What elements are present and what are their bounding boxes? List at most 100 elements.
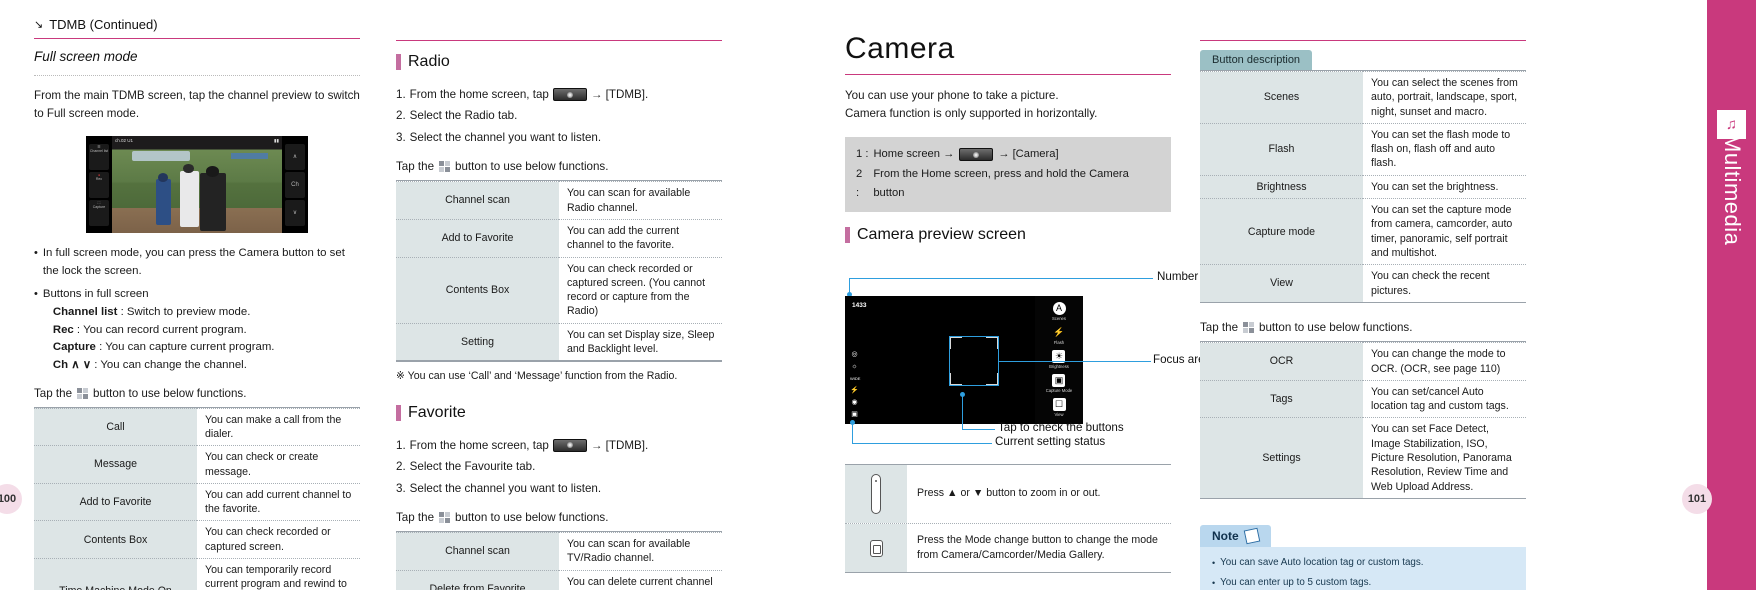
row-label: View	[1200, 264, 1363, 302]
row-label: Contents Box	[396, 257, 559, 324]
figure-button-ch[interactable]: Ch	[285, 171, 305, 198]
location-icon: ◎	[851, 350, 858, 358]
camera-button-scenes[interactable]: A Scenes	[1052, 302, 1066, 321]
step-num: 2.	[396, 109, 406, 123]
tap-line-favorite-pre: Tap the	[396, 510, 435, 524]
step-num: 3.	[396, 481, 406, 495]
bullet-buttons-title: Buttons in full screen	[42, 288, 149, 301]
sub-desc-channel-list: Switch to preview mode.	[126, 305, 251, 318]
volume-key-icon	[871, 473, 881, 514]
figure-button-ch-down[interactable]: ∨	[285, 199, 305, 226]
camera-keys-table: Press ▲ or ▼ button to zoom in or out. P…	[845, 463, 1171, 574]
full-screen-bullets: • In full screen mode, you can press the…	[34, 245, 360, 375]
favorite-functions-table: Channel scan You can scan for available …	[396, 530, 722, 590]
table-row: Brightness You can set the brightness.	[1200, 175, 1526, 200]
callout-label: Tap to check the buttons	[998, 420, 1124, 434]
camera-functions-table: OCR You can change the mode to OCR. (OCR…	[1200, 341, 1526, 498]
step-num: 3.	[396, 130, 406, 144]
row-desc: Press ▲ or ▼ button to zoom in or out.	[917, 487, 1101, 500]
row-label: Channel scan	[396, 181, 559, 220]
button-description-table: Scenes You can select the scenes from au…	[1200, 70, 1526, 302]
figure-button-ch-up[interactable]: ∧	[285, 143, 305, 170]
radio-footnote: ※ You can use ‘Call’ and ‘Message’ funct…	[396, 369, 678, 382]
table-bottom-rule	[396, 360, 722, 362]
section-bar-icon	[396, 54, 401, 70]
bullet-sub-ch: Ch ∧ ∨ : You can change the channel.	[52, 358, 247, 371]
camera-button-brightness[interactable]: ☀ Brightness	[1049, 350, 1069, 369]
figure-button-rec[interactable]: ● Rec	[89, 171, 109, 198]
grid-menu-icon[interactable]	[439, 161, 451, 173]
camera-title-rule	[845, 74, 1171, 75]
step-text-pre: From the home screen, tap	[409, 88, 549, 101]
menu-key-icon[interactable]	[959, 148, 994, 162]
bullet-sub-capture: Capture : You can capture current progra…	[52, 341, 275, 354]
column-tdmb-continued: ↘ TDMB (Continued) Full screen mode From…	[34, 0, 360, 590]
step-text: Select the channel you want to listen.	[409, 481, 602, 495]
page-title: Camera	[845, 32, 955, 65]
row-desc: You can add the current channel to the f…	[559, 219, 722, 258]
section-title-radio: Radio	[396, 53, 722, 71]
row-desc: You can set Face Detect, Image Stabiliza…	[1363, 417, 1526, 498]
figure-button-channel-list[interactable]: ☰ Channel list	[89, 143, 109, 170]
camera-button-view-label: View	[1054, 412, 1064, 418]
row-desc: You can check or create message.	[197, 445, 360, 484]
bullet-lock-screen: • In full screen mode, you can press the…	[34, 245, 360, 280]
table-row: Message You can check or create message.	[34, 445, 360, 484]
camera-button-view[interactable]: ☐ View	[1052, 398, 1066, 418]
camera-preview-screenshot: 1433 ◎ ☼ WIDE ⚡ ◉ ▣ A Scenes ⚡ Flash ☀ B…	[845, 295, 1083, 424]
table-row: Settings You can set Face Detect, Image …	[1200, 417, 1526, 498]
sub-label-capture: Capture	[52, 341, 96, 354]
table-bottom-rule	[1200, 497, 1526, 500]
sub-label-channel-list: Channel list	[52, 305, 118, 318]
tap-line-favorite: Tap the button to use below functions.	[396, 511, 722, 524]
callout-line-h	[849, 277, 1153, 280]
note-item-text: You can save Auto location tag or custom…	[1220, 557, 1424, 569]
note-pencil-icon	[1243, 528, 1260, 545]
table-row: Press ▲ or ▼ button to zoom in or out.	[845, 464, 1171, 524]
path-text: From the Home screen, press and hold the…	[873, 167, 1129, 200]
row-label: Add to Favorite	[34, 483, 197, 522]
note-item: • You can save Auto location tag or cust…	[1212, 556, 1514, 571]
camera-intro-2: Camera function is only supported in hor…	[845, 106, 1098, 120]
note-item: • You can enter up to 5 custom tags.	[1212, 576, 1514, 590]
row-desc: Press the Mode change button to change t…	[917, 533, 1158, 562]
section-bar-icon	[845, 226, 850, 243]
table-row: Add to Favorite You can add the current …	[396, 219, 722, 258]
grid-menu-icon[interactable]	[439, 511, 451, 523]
camera-button-capture-mode[interactable]: ▣ Capture Mode	[1046, 374, 1072, 393]
tap-line-radio-post: button to use below functions.	[455, 160, 609, 174]
camera-button-flash[interactable]: ⚡ Flash	[1053, 326, 1066, 345]
tap-line-col1: Tap the button to use below functions.	[34, 387, 360, 400]
table-row: Scenes You can select the scenes from au…	[1200, 71, 1526, 124]
row-desc: You can check recorded or captured scree…	[559, 257, 722, 324]
row-desc: You can check the recent pictures.	[1363, 264, 1526, 302]
manual-page: ↘ TDMB (Continued) Full screen mode From…	[0, 0, 1756, 590]
figure-player-1-head	[157, 172, 169, 182]
grid-menu-icon[interactable]	[1243, 322, 1255, 334]
menu-key-icon[interactable]	[552, 438, 587, 452]
figure-player-2-head	[183, 164, 194, 173]
row-label: Capture mode	[1200, 198, 1363, 266]
capture-mode-icon: ▣	[1052, 374, 1066, 388]
figure-button-capture-label: Capture	[92, 204, 106, 209]
row-label: Add to Favorite	[396, 219, 559, 258]
table-row: Contents Box You can check recorded or c…	[396, 257, 722, 324]
row-desc: You can make a call from the dialer.	[197, 408, 360, 447]
figure-button-capture[interactable]: ⛶ Capture	[89, 199, 109, 226]
step-text: Select the channel you want to listen.	[409, 130, 602, 144]
flash-status-icon: ⚡	[850, 386, 859, 394]
figure-video-frame	[112, 135, 282, 233]
figure-status-bar: ch.02 U1 ▮▮	[112, 136, 282, 145]
continued-heading: ↘ TDMB (Continued)	[34, 17, 360, 32]
callout-label: Current setting status	[995, 434, 1106, 448]
radio-steps: 1. From the home screen, tap → [TDMB]. 2…	[396, 84, 722, 148]
favorite-step-3: 3. Select the channel you want to listen…	[396, 478, 722, 499]
grid-menu-icon[interactable]	[77, 387, 89, 399]
path-num: 1 :	[856, 147, 869, 160]
row-label: Delete from Favorite	[396, 570, 559, 590]
menu-key-icon[interactable]	[552, 88, 587, 102]
tdmb-functions-table: Call You can make a call from the dialer…	[34, 406, 360, 590]
favorite-steps: 1. From the home screen, tap → [TDMB]. 2…	[396, 435, 722, 499]
step-text-pre: From the home screen, tap	[409, 438, 549, 452]
subheading-full-screen-mode: Full screen mode	[34, 49, 138, 64]
